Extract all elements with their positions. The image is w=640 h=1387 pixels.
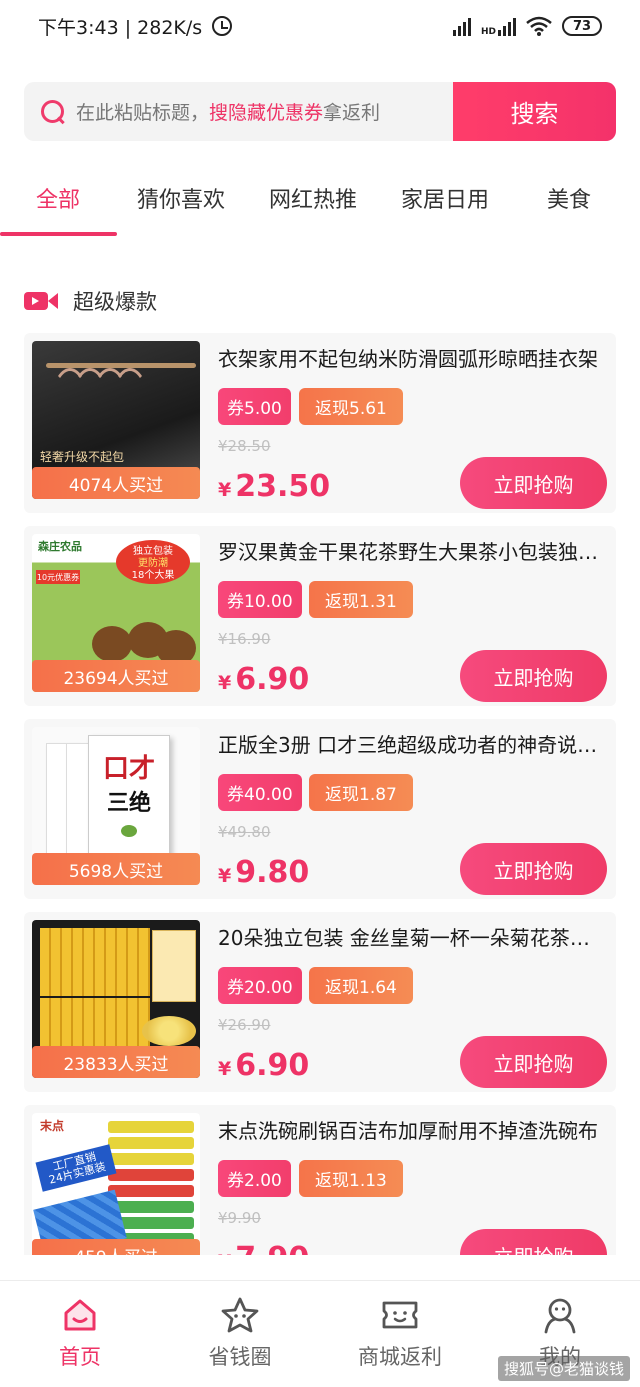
network-hd-label: HD [480,27,496,37]
tab-home-goods[interactable]: 家居日用 [401,182,489,214]
sold-count-badge: 23694人买过 [32,660,200,692]
tab-all[interactable]: 全部 [36,182,80,214]
signal-icon [452,16,471,36]
book-title-sub: 三绝 [106,791,151,816]
coupon-tag: 券20.00 [218,967,302,1004]
thumb-caption: 轻奢升级不起包 [40,450,125,464]
coupon-tag: 券5.00 [218,388,291,425]
ticket-icon [382,1301,418,1329]
buy-now-button[interactable]: 立即抢购 [460,457,607,509]
section-title: 超级爆款 [73,290,157,314]
thumb-coupon: 10元优惠券 [36,570,80,584]
video-icon [24,290,58,312]
tab-guess-you-like[interactable]: 猜你喜欢 [137,182,225,214]
product-title[interactable]: 正版全3册 口才三绝超级成功者的神奇说话技巧 [218,729,603,758]
product-list: 轻奢升级不起包 4074人买过 衣架家用不起包纳米防滑圆弧形晾晒挂衣架 券5.0… [24,333,616,1255]
final-price: ¥23.50 [218,469,331,504]
original-price: ¥49.80 [218,823,271,841]
product-image[interactable]: 森庄农品 独立包装 更防潮 18个大果 10元优惠券 23694人买过 [32,534,200,692]
nav-savings-circle[interactable]: 省钱圈 [180,1295,300,1371]
search-placeholder-suffix: 拿返利 [323,102,381,124]
product-card[interactable]: 末点 工厂直销24片实惠装 459人买过 末点洗碗刷锅百洁布加厚耐用不掉渣洗碗布… [24,1105,616,1255]
product-title[interactable]: 20朵独立包装 金丝皇菊一杯一朵菊花茶特级 [218,922,603,951]
search-button[interactable]: 搜索 [453,82,616,141]
rebate-tag: 返现1.64 [309,967,413,1004]
search-placeholder-highlight: 搜隐藏优惠券 [209,102,324,124]
signal-icon-2 [498,16,516,36]
rebate-tag: 返现5.61 [299,388,403,425]
star-face-icon [221,1297,259,1333]
coupon-tag: 券40.00 [218,774,302,811]
thumb-brand: 末点 [40,1119,65,1133]
original-price: ¥16.90 [218,630,271,648]
buy-now-button[interactable]: 立即抢购 [460,1036,607,1088]
person-icon [544,1298,576,1334]
original-price: ¥9.90 [218,1209,261,1227]
thumb-brand: 森庄农品 [38,540,82,553]
tab-food[interactable]: 美食 [547,182,591,214]
product-card[interactable]: 23833人买过 20朵独立包装 金丝皇菊一杯一朵菊花茶特级 券20.00 返现… [24,912,616,1092]
product-title[interactable]: 衣架家用不起包纳米防滑圆弧形晾晒挂衣架 [218,343,603,372]
tab-trending[interactable]: 网红热推 [269,182,357,214]
search-input[interactable]: 在此粘贴标题， 搜隐藏优惠券 拿返利 [24,82,453,141]
product-image[interactable]: 轻奢升级不起包 4074人买过 [32,341,200,499]
nav-label: 首页 [59,1345,101,1369]
nav-label: 省钱圈 [208,1345,272,1369]
rebate-tag: 返现1.87 [309,774,413,811]
wifi-icon [526,16,552,36]
product-card[interactable]: 森庄农品 独立包装 更防潮 18个大果 10元优惠券 23694人买过 罗汉果黄金干… [24,526,616,706]
alarm-icon [212,16,233,36]
status-bar: 下午3:43 | 282K/s HD 73 [0,0,640,52]
final-price: ¥6.90 [218,1048,310,1083]
final-price: ¥6.90 [218,662,310,697]
sold-count-badge: 23833人买过 [32,1046,200,1078]
rebate-tag: 返现1.13 [299,1160,403,1197]
thumb-banner: 工厂直销 24片实惠装 [35,1144,117,1192]
battery-indicator: 73 [562,16,602,36]
tab-active-indicator [0,232,117,236]
book-title-main: 口才 [102,754,155,784]
coupon-tag: 券2.00 [218,1160,291,1197]
nav-mall-rebate[interactable]: 商城返利 [340,1295,460,1371]
original-price: ¥26.90 [218,1016,271,1034]
sold-count-badge: 4074人买过 [32,467,200,499]
buy-now-button[interactable]: 立即抢购 [460,1229,607,1255]
final-price: ¥7.90 [218,1241,309,1255]
search-placeholder-prefix: 在此粘贴标题， [76,102,210,124]
search-icon [40,99,66,125]
product-card[interactable]: 口才 三绝 5698人买过 正版全3册 口才三绝超级成功者的神奇说话技巧 券40… [24,719,616,899]
final-price: ¥9.80 [218,855,310,890]
search-bar: 在此粘贴标题， 搜隐藏优惠券 拿返利 搜索 [24,82,616,141]
sold-count-badge: 459人买过 [32,1239,200,1255]
product-image[interactable]: 23833人买过 [32,920,200,1078]
watermark: 搜狐号@老猫谈钱 [498,1356,631,1381]
sold-count-badge: 5698人买过 [32,853,200,885]
product-card[interactable]: 轻奢升级不起包 4074人买过 衣架家用不起包纳米防滑圆弧形晾晒挂衣架 券5.0… [24,333,616,513]
home-icon [64,1299,96,1331]
category-tabs: 全部 猜你喜欢 网红热推 家居日用 美食 [0,168,640,236]
buy-now-button[interactable]: 立即抢购 [460,843,607,895]
buy-now-button[interactable]: 立即抢购 [460,650,607,702]
nav-home[interactable]: 首页 [20,1295,140,1371]
status-time: 下午3:43 | 282K/s [38,16,203,39]
product-title[interactable]: 末点洗碗刷锅百洁布加厚耐用不掉渣洗碗布 [218,1115,603,1144]
product-title[interactable]: 罗汉果黄金干果花茶野生大果茶小包装独立包装 [218,536,603,565]
product-image[interactable]: 口才 三绝 5698人买过 [32,727,200,885]
rebate-tag: 返现1.31 [309,581,413,618]
thumb-badge: 独立包装 更防潮 18个大果 [116,540,190,584]
product-image[interactable]: 末点 工厂直销24片实惠装 459人买过 [32,1113,200,1255]
original-price: ¥28.50 [218,437,271,455]
nav-label: 商城返利 [358,1345,442,1369]
section-header: 超级爆款 [24,286,157,316]
coupon-tag: 券10.00 [218,581,302,618]
